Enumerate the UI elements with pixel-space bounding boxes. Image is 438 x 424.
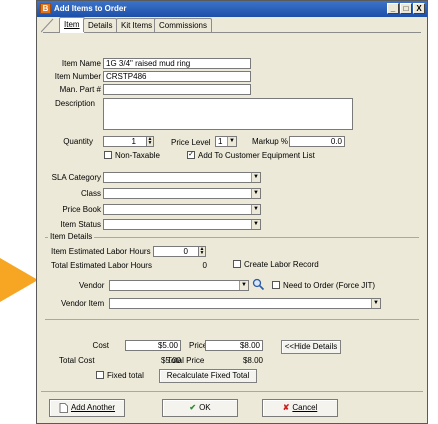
price-level-label: Price Level bbox=[171, 138, 211, 147]
quantity-label: Quantity bbox=[63, 137, 93, 146]
pointer-arrow bbox=[0, 258, 38, 302]
app-logo-icon: B bbox=[40, 3, 51, 14]
class-label: Class bbox=[80, 189, 101, 198]
total-cost-label: Total Cost bbox=[59, 356, 95, 365]
chevron-down-icon: ▼ bbox=[251, 189, 260, 198]
fixed-total-label: Fixed total bbox=[107, 371, 144, 380]
quantity-stepper[interactable]: ▲ ▼ bbox=[146, 136, 154, 147]
vendor-label: Vendor bbox=[79, 281, 105, 290]
cancel-label: Cancel bbox=[292, 403, 318, 412]
quantity-field[interactable]: 1 bbox=[103, 136, 147, 147]
item-name-field[interactable]: 1G 3/4" raised mud ring bbox=[103, 58, 251, 69]
chevron-down-icon: ▼ bbox=[251, 173, 260, 182]
x-icon: ✘ bbox=[282, 403, 290, 412]
add-equipment-label: Add To Customer Equipment List bbox=[198, 151, 315, 160]
footer-divider bbox=[41, 391, 423, 392]
vendor-select[interactable]: ▼ bbox=[109, 280, 249, 291]
fixed-total-checkbox[interactable] bbox=[96, 371, 104, 379]
ok-label: OK bbox=[199, 403, 211, 412]
man-part-label: Man. Part # bbox=[59, 85, 101, 94]
add-items-window: B Add Items to Order _ □ X Item Details … bbox=[36, 0, 428, 424]
description-field[interactable] bbox=[103, 98, 353, 130]
checkmark-icon: ✔ bbox=[189, 403, 197, 412]
non-taxable-label: Non-Taxable bbox=[115, 151, 160, 160]
document-add-icon bbox=[59, 402, 68, 413]
window-title: Add Items to Order bbox=[54, 4, 127, 13]
tab-details[interactable]: Details bbox=[83, 18, 118, 32]
chevron-down-icon: ▼ bbox=[371, 299, 380, 308]
item-name-label: Item Name bbox=[61, 59, 101, 68]
price-book-select[interactable]: ▼ bbox=[103, 204, 261, 215]
total-labor-value: 0 bbox=[202, 261, 207, 270]
price-level-select[interactable]: 1 ▼ bbox=[215, 136, 237, 147]
est-labor-stepper[interactable]: ▲ ▼ bbox=[198, 246, 206, 257]
price-field[interactable]: $8.00 bbox=[205, 340, 263, 351]
class-select[interactable]: ▼ bbox=[103, 188, 261, 199]
create-labor-checkbox[interactable] bbox=[233, 260, 241, 268]
man-part-field[interactable] bbox=[103, 84, 251, 95]
tab-commissions[interactable]: Commissions bbox=[154, 18, 213, 32]
recalculate-button[interactable]: Recalculate Fixed Total bbox=[159, 369, 257, 383]
add-equipment-checkbox[interactable]: ✓ bbox=[187, 151, 195, 159]
cost-field[interactable]: $5.00 bbox=[125, 340, 181, 351]
vendor-item-label: Vendor Item bbox=[61, 299, 105, 308]
add-another-label: Add Another bbox=[70, 403, 116, 412]
need-to-order-checkbox[interactable] bbox=[272, 281, 280, 289]
price-level-value: 1 bbox=[218, 137, 223, 146]
sla-category-select[interactable]: ▼ bbox=[103, 172, 261, 183]
price-book-label: Price Book bbox=[62, 205, 101, 214]
markup-field[interactable]: 0.0 bbox=[289, 136, 345, 147]
est-labor-label: Item Estimated Labor Hours bbox=[51, 247, 151, 256]
add-another-button[interactable]: Add Another bbox=[49, 399, 125, 417]
item-details-divider bbox=[45, 237, 419, 238]
hide-details-button[interactable]: <<Hide Details bbox=[281, 340, 341, 354]
cancel-button[interactable]: ✘ Cancel bbox=[262, 399, 338, 417]
details-bottom-divider bbox=[45, 319, 419, 320]
item-number-label: Item Number bbox=[54, 72, 101, 81]
non-taxable-checkbox[interactable] bbox=[104, 151, 112, 159]
cost-label: Cost bbox=[92, 341, 109, 350]
chevron-down-icon: ▼ bbox=[251, 205, 260, 214]
item-details-group-label: Item Details bbox=[48, 232, 95, 241]
title-bar: B Add Items to Order _ □ X bbox=[37, 1, 427, 17]
est-labor-field[interactable]: 0 bbox=[153, 246, 199, 257]
chevron-down-icon: ▼ bbox=[227, 137, 236, 146]
vendor-item-select[interactable]: ▼ bbox=[109, 298, 381, 309]
tab-kit-items[interactable]: Kit Items bbox=[116, 18, 158, 32]
total-price-label: Total Price bbox=[167, 356, 205, 365]
item-status-select[interactable]: ▼ bbox=[103, 219, 261, 230]
create-labor-label: Create Labor Record bbox=[244, 260, 319, 269]
total-labor-label: Total Estimated Labor Hours bbox=[51, 261, 152, 270]
ok-button[interactable]: ✔ OK bbox=[162, 399, 238, 417]
vendor-search-icon[interactable] bbox=[252, 278, 265, 291]
total-price-value: $8.00 bbox=[242, 356, 263, 365]
tab-baseline bbox=[43, 32, 421, 33]
chevron-down-icon: ▼ bbox=[239, 281, 248, 290]
description-label: Description bbox=[54, 99, 95, 108]
chevron-down-icon: ▼ bbox=[251, 220, 260, 229]
close-button[interactable]: X bbox=[413, 3, 425, 14]
tab-item[interactable]: Item bbox=[59, 17, 85, 33]
sla-category-label: SLA Category bbox=[51, 173, 101, 182]
minimize-button[interactable]: _ bbox=[387, 3, 399, 14]
item-number-field[interactable]: CRSTP486 bbox=[103, 71, 251, 82]
maximize-button[interactable]: □ bbox=[400, 3, 412, 14]
need-to-order-label: Need to Order (Force JIT) bbox=[283, 281, 376, 290]
markup-label: Markup % bbox=[252, 137, 289, 146]
item-status-label: Item Status bbox=[60, 220, 101, 229]
